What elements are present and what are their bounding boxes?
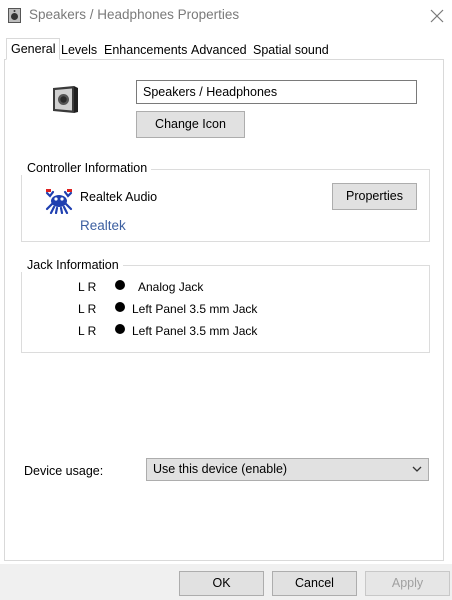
jack-info-title: Jack Information — [21, 258, 123, 272]
device-usage-dropdown[interactable]: Use this device (enable) — [146, 458, 429, 481]
jack-name: Left Panel 3.5 mm Jack — [132, 302, 258, 316]
device-usage-label: Device usage: — [24, 464, 104, 478]
controller-info-title: Controller Information — [21, 161, 152, 175]
window-title: Speakers / Headphones Properties — [29, 7, 240, 22]
title-bar: Speakers / Headphones Properties — [0, 0, 452, 32]
speaker-icon — [8, 8, 21, 23]
tab-spatial-sound[interactable]: Spatial sound — [253, 41, 329, 60]
chevron-down-icon — [412, 466, 422, 472]
jack-color-dot — [115, 280, 125, 290]
apply-button[interactable]: Apply — [365, 571, 450, 596]
properties-dialog: Speakers / Headphones Properties General… — [0, 0, 452, 600]
controller-name: Realtek Audio — [80, 190, 158, 204]
controller-vendor-link[interactable]: Realtek — [80, 218, 126, 233]
tab-general[interactable]: General — [6, 38, 61, 60]
jack-name: Analog Jack — [138, 280, 204, 294]
controller-properties-button[interactable]: Properties — [332, 183, 417, 210]
device-name-field[interactable] — [136, 80, 417, 104]
tab-enhancements[interactable]: Enhancements — [104, 41, 187, 60]
jack-color-dot — [115, 302, 125, 312]
device-usage-value: Use this device (enable) — [153, 462, 288, 476]
jack-channels: L R — [78, 302, 97, 316]
realtek-crab-logo — [45, 189, 73, 214]
jack-channels: L R — [78, 280, 97, 294]
tab-strip: General Levels Enhancements Advanced Spa… — [0, 38, 452, 60]
jack-channels: L R — [78, 324, 97, 338]
cancel-button[interactable]: Cancel — [272, 571, 357, 596]
speaker-device-icon — [53, 86, 78, 113]
jack-color-dot — [115, 324, 125, 334]
tab-advanced[interactable]: Advanced — [191, 41, 247, 60]
ok-button[interactable]: OK — [179, 571, 264, 596]
jack-name: Left Panel 3.5 mm Jack — [132, 324, 258, 338]
close-icon[interactable] — [424, 3, 450, 29]
tab-levels[interactable]: Levels — [61, 41, 97, 60]
change-icon-button[interactable]: Change Icon — [136, 111, 245, 138]
